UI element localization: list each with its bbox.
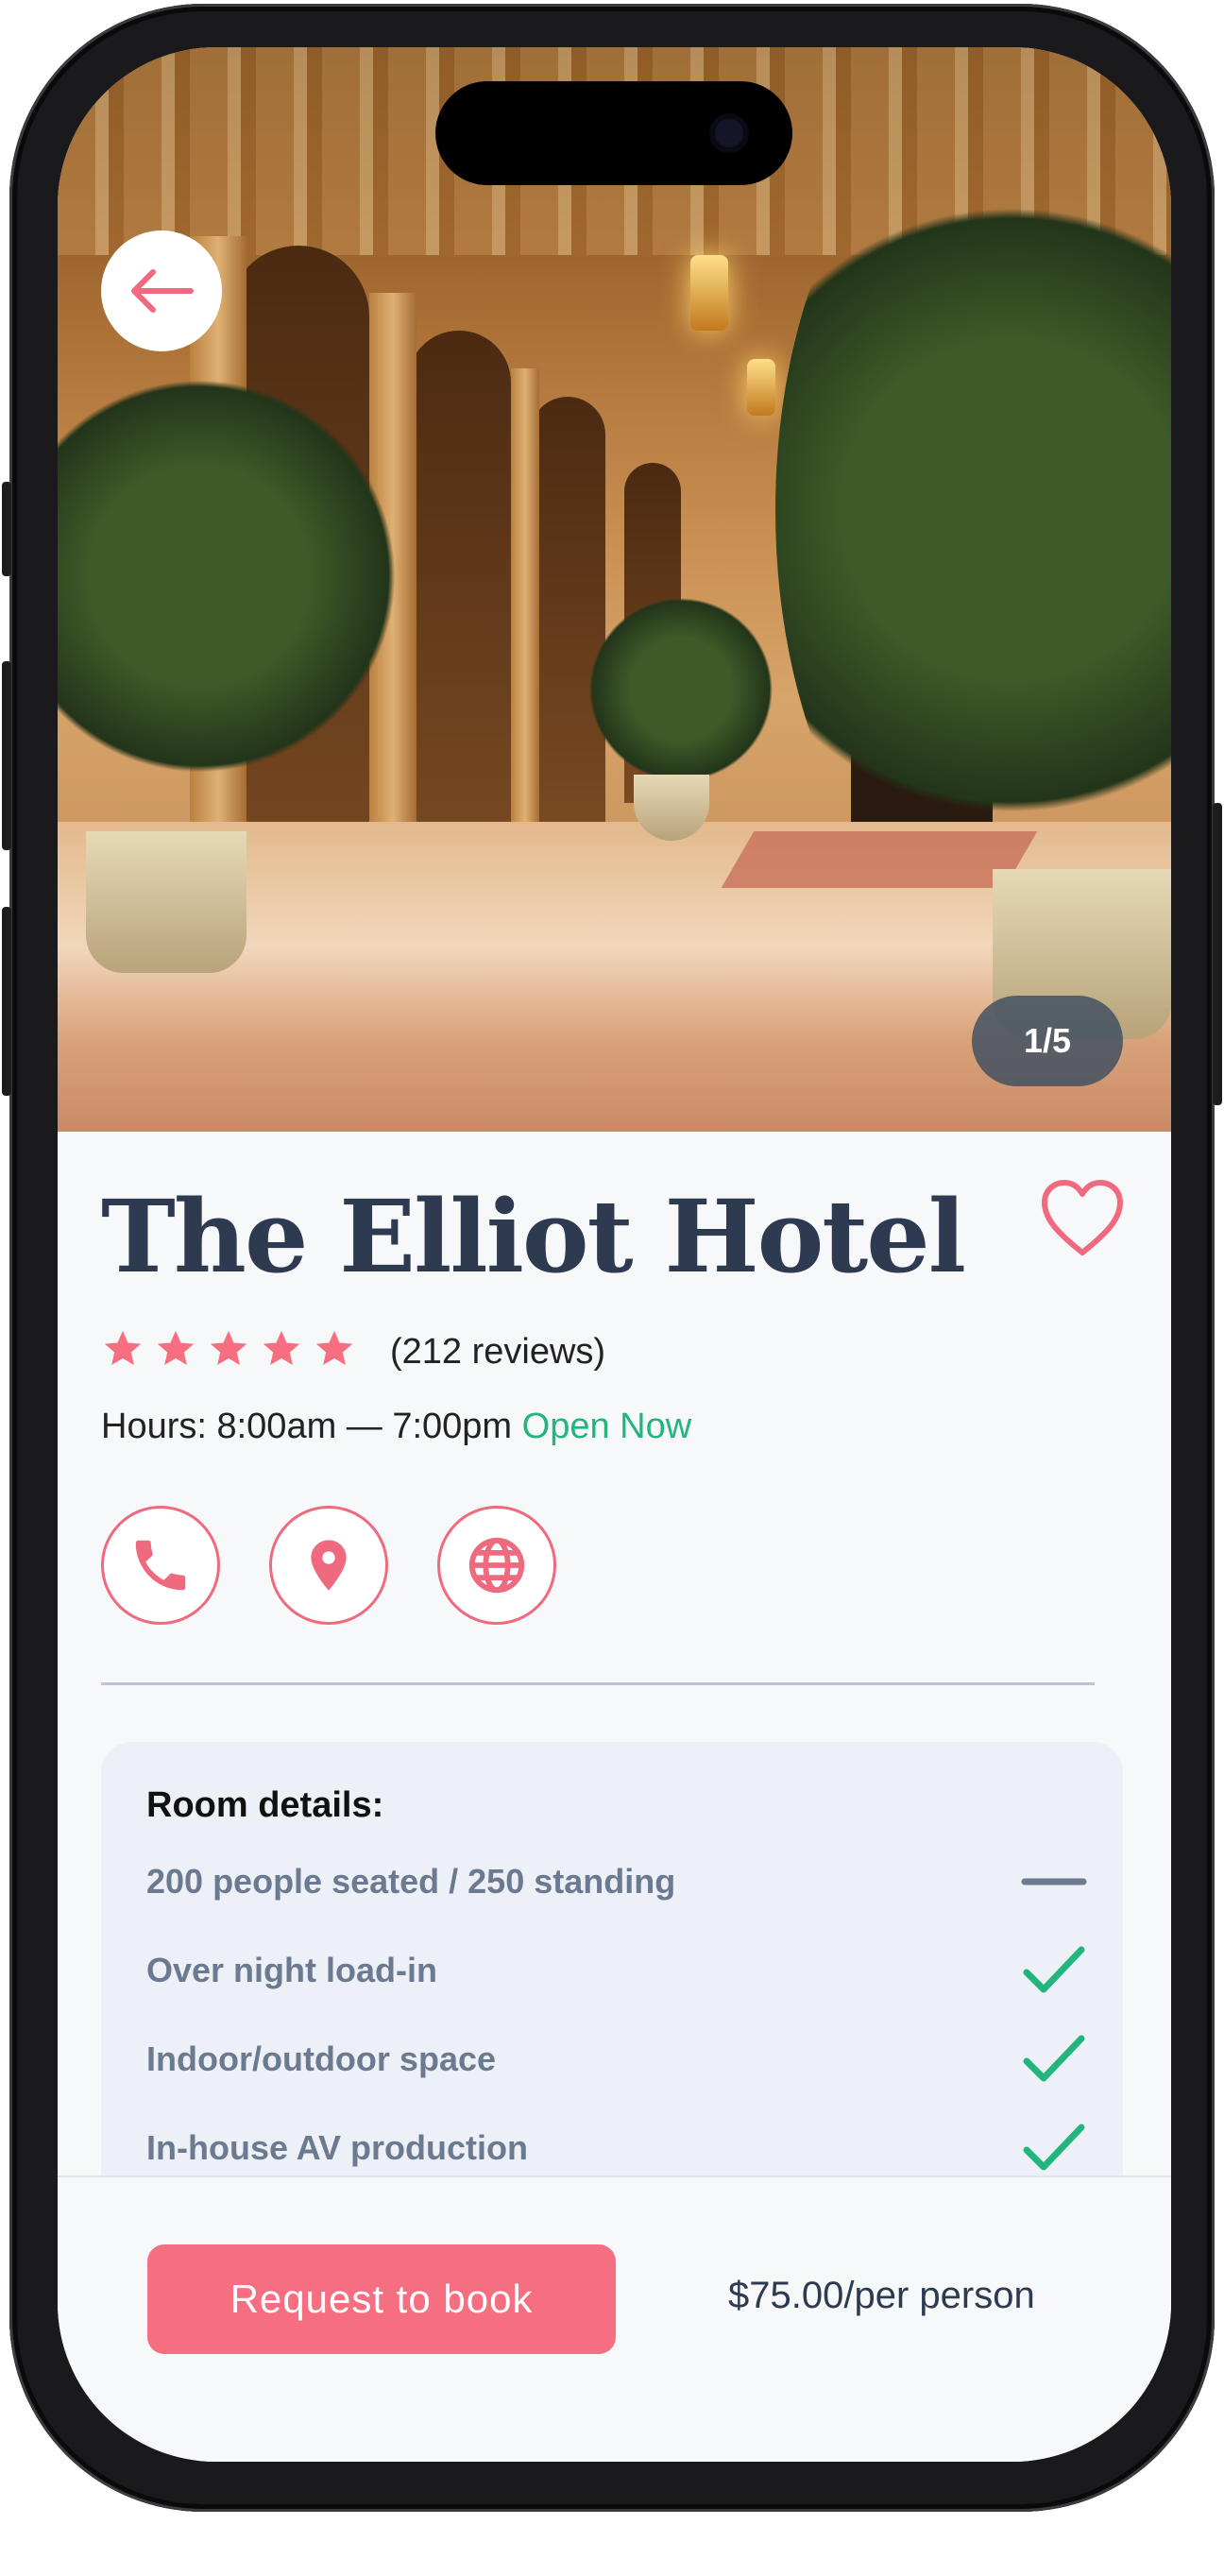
room-detail-label: 200 people seated / 250 standing [146, 1862, 676, 1901]
check-icon [1023, 2124, 1085, 2171]
phone-icon [135, 1540, 186, 1591]
hotel-name: The Elliot Hotel [101, 1177, 966, 1295]
review-count[interactable]: (212 reviews) [390, 1327, 605, 1376]
globe-icon [468, 1537, 525, 1594]
room-detail-label: Indoor/outdoor space [146, 2039, 497, 2078]
room-detail-row: In-house AV production [146, 2120, 1087, 2176]
room-detail-label: In-house AV production [146, 2128, 528, 2167]
hours-label: Hours: 8:00am — 7:00pm [101, 1407, 513, 1446]
check-icon [1023, 1946, 1085, 1993]
open-status: Open Now [521, 1407, 692, 1446]
volume-up-button [2, 661, 11, 850]
hours-text: Hours: 8:00am — 7:00pm Open Now [101, 1402, 691, 1451]
map-pin-icon [311, 1540, 347, 1591]
star-icon [104, 1330, 142, 1366]
check-icon [1023, 2035, 1085, 2082]
star-icon [263, 1330, 300, 1366]
arrow-left-icon [131, 269, 194, 313]
room-detail-row: 200 people seated / 250 standing [146, 1853, 1087, 1910]
dash-icon [1021, 1878, 1087, 1885]
room-detail-row: Indoor/outdoor space [146, 2031, 1087, 2088]
back-button[interactable] [101, 230, 222, 351]
mute-switch [2, 482, 11, 576]
star-icon [157, 1330, 195, 1366]
directions-button[interactable] [269, 1506, 388, 1625]
divider [101, 1682, 1095, 1685]
booking-bar: Request to book $75.00/per person [58, 2175, 1171, 2462]
power-button [1213, 803, 1222, 1105]
heart-icon[interactable] [1040, 1177, 1125, 1262]
star-icon [210, 1330, 247, 1366]
room-details-title: Room details: [146, 1785, 384, 1825]
screen: 1/5 The Elliot Hotel (212 reviews) Hours… [58, 47, 1171, 2462]
website-button[interactable] [437, 1506, 556, 1625]
camera [715, 119, 743, 147]
room-details-card: Room details: 200 people seated / 250 st… [101, 1742, 1123, 2233]
room-detail-row: Over night load-in [146, 1942, 1087, 1999]
image-counter: 1/5 [972, 996, 1123, 1086]
request-to-book-button[interactable]: Request to book [147, 2244, 616, 2354]
star-icon [315, 1330, 353, 1366]
room-detail-label: Over night load-in [146, 1951, 438, 1989]
price: $75.00/per person [728, 2275, 1035, 2316]
call-button[interactable] [101, 1506, 220, 1625]
rating-stars [101, 1327, 356, 1371]
volume-down-button [2, 907, 11, 1096]
hotel-photo[interactable] [58, 47, 1171, 1132]
